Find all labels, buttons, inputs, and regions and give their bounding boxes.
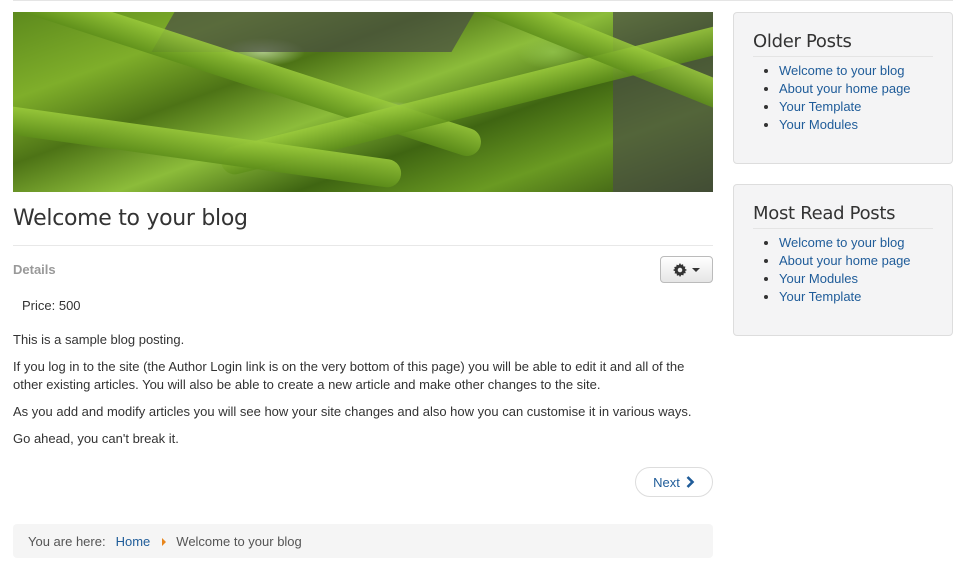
list-item: Your Template: [779, 288, 952, 306]
paragraph: Go ahead, you can't break it.: [13, 431, 179, 446]
breadcrumb-label: You are here:: [28, 533, 106, 549]
list-item: Welcome to your blog: [779, 62, 952, 80]
most-read-link[interactable]: Your Template: [779, 289, 861, 304]
caret-down-icon: [692, 267, 700, 272]
list-item: Your Modules: [779, 270, 952, 288]
next-label: Next: [653, 474, 680, 490]
breadcrumb-current: Welcome to your blog: [176, 533, 302, 549]
article-body: This is a sample blog posting. If you lo…: [13, 331, 713, 448]
paragraph: This is a sample blog posting.: [13, 332, 185, 347]
list-item: Your Modules: [779, 116, 952, 134]
module-title: Most Read Posts: [753, 185, 933, 229]
article-tools-button[interactable]: [660, 256, 713, 283]
breadcrumb-separator-icon: [162, 538, 167, 546]
most-read-list: Welcome to your blog About your home pag…: [734, 234, 952, 306]
next-button[interactable]: Next: [635, 467, 713, 497]
top-divider: [13, 0, 953, 1]
paragraph: As you add and modify articles you will …: [13, 404, 692, 419]
breadcrumb-home-link[interactable]: Home: [116, 534, 151, 549]
price-field: Price: 500: [22, 298, 81, 313]
list-item: Welcome to your blog: [779, 234, 952, 252]
paragraph: If you log in to the site (the Author Lo…: [13, 359, 685, 392]
chevron-right-icon: [686, 476, 695, 488]
most-read-link[interactable]: About your home page: [779, 253, 911, 268]
list-item: About your home page: [779, 80, 952, 98]
article: Welcome to your blog Details Price: 500 …: [13, 12, 713, 503]
most-read-link[interactable]: Your Modules: [779, 271, 858, 286]
older-post-link[interactable]: About your home page: [779, 81, 911, 96]
article-title: Welcome to your blog: [13, 206, 248, 231]
list-item: Your Template: [779, 98, 952, 116]
older-posts-module: Older Posts Welcome to your blog About y…: [733, 12, 953, 164]
gear-icon: [673, 262, 687, 277]
most-read-link[interactable]: Welcome to your blog: [779, 235, 905, 250]
older-post-link[interactable]: Your Modules: [779, 117, 858, 132]
older-posts-list: Welcome to your blog About your home pag…: [734, 62, 952, 134]
older-post-link[interactable]: Your Template: [779, 99, 861, 114]
module-title: Older Posts: [753, 13, 933, 57]
older-post-link[interactable]: Welcome to your blog: [779, 63, 905, 78]
most-read-module: Most Read Posts Welcome to your blog Abo…: [733, 184, 953, 336]
list-item: About your home page: [779, 252, 952, 270]
details-label: Details: [13, 262, 56, 277]
pagination: Next: [13, 467, 713, 503]
hero-image: [13, 12, 713, 192]
breadcrumb: You are here: Home Welcome to your blog: [13, 524, 713, 558]
